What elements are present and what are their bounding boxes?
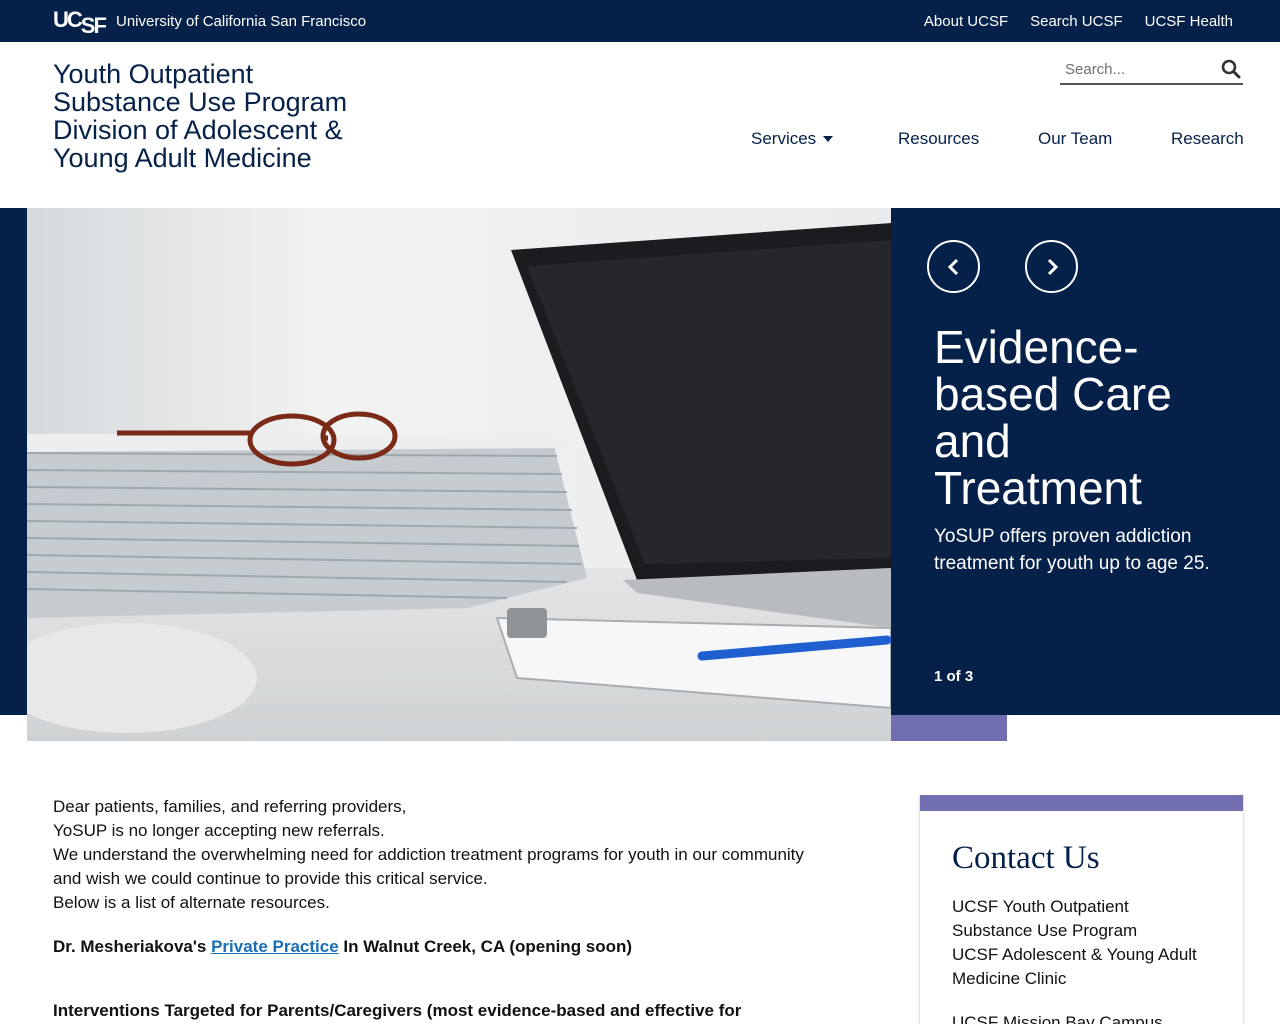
- chevron-right-icon: [1047, 258, 1059, 276]
- contact-accent-bar: [920, 795, 1243, 811]
- search-input[interactable]: [1060, 56, 1210, 82]
- notice-paragraph: Below is a list of alternate resources.: [53, 893, 330, 912]
- main-content: Dear patients, families, and referring p…: [53, 795, 833, 1023]
- next-slide-button[interactable]: [1025, 240, 1078, 293]
- hero-heading: Evidence- based Care and Treatment: [934, 324, 1254, 512]
- search-icon[interactable]: [1221, 59, 1241, 79]
- chevron-left-icon: [947, 258, 959, 276]
- caret-down-icon: [823, 135, 834, 142]
- slide-counter: 1 of 3: [934, 668, 974, 685]
- contact-line: Substance Use Program: [952, 921, 1138, 940]
- contact-line: Medicine Clinic: [952, 969, 1067, 988]
- ucsf-logo-sf: SF: [80, 13, 107, 38]
- ucsf-top-bar: UCSF University of California San Franci…: [0, 0, 1280, 42]
- hero-image: [27, 208, 891, 741]
- hero-panel: Evidence- based Care and Treatment YoSUP…: [891, 208, 1280, 715]
- practice-suffix: In Walnut Creek, CA (opening soon): [338, 937, 633, 956]
- site-title[interactable]: Youth Outpatient Substance Use Program D…: [53, 60, 347, 172]
- prev-slide-button[interactable]: [927, 240, 980, 293]
- about-ucsf-link[interactable]: About UCSF: [924, 13, 1008, 30]
- hero-heading-line: based Care: [934, 368, 1172, 420]
- nav-resources[interactable]: Resources: [898, 129, 979, 149]
- ucsf-logo[interactable]: UCSF: [53, 7, 107, 38]
- search-ucsf-link[interactable]: Search UCSF: [1030, 13, 1123, 30]
- contact-line: UCSF Youth Outpatient: [952, 897, 1129, 916]
- site-title-line: Youth Outpatient: [53, 59, 254, 89]
- contact-title: Contact Us: [952, 840, 1100, 876]
- notice-paragraph: Dear patients, families, and referring p…: [53, 797, 407, 816]
- contact-card: Contact Us UCSF Youth Outpatient Substan…: [919, 795, 1244, 1024]
- hero-subtitle: YoSUP offers proven addiction treatment …: [934, 526, 1210, 574]
- ucsf-health-link[interactable]: UCSF Health: [1145, 13, 1233, 30]
- notice-paragraph: We understand the overwhelming need for …: [53, 845, 804, 888]
- hero-heading-line: and: [934, 415, 1011, 467]
- contact-line: UCSF Adolescent & Young Adult: [952, 945, 1197, 964]
- private-practice-line: Dr. Mesheriakova's Private Practice In W…: [53, 935, 833, 959]
- hero-accent-bar: [891, 715, 1007, 741]
- private-practice-link[interactable]: Private Practice: [211, 937, 339, 956]
- contact-campus: UCSF Mission Bay Campus: [952, 1013, 1163, 1024]
- university-name[interactable]: University of California San Francisco: [116, 13, 366, 30]
- interventions-heading: Interventions Targeted for Parents/Careg…: [53, 1001, 742, 1020]
- practice-prefix: Dr. Mesheriakova's: [53, 937, 212, 956]
- hero-heading-line: Treatment: [934, 462, 1142, 514]
- ucsf-logo-uc: UC: [53, 7, 83, 32]
- nav-research[interactable]: Research: [1171, 129, 1244, 149]
- nav-our-team[interactable]: Our Team: [1038, 129, 1112, 149]
- search-box: [1060, 56, 1243, 85]
- hero-heading-line: Evidence-: [934, 321, 1139, 373]
- site-title-line: Substance Use Program: [53, 87, 348, 117]
- nav-services[interactable]: Services: [751, 129, 834, 149]
- nav-services-label: Services: [751, 129, 817, 148]
- notice-paragraph: YoSUP is no longer accepting new referra…: [53, 821, 385, 840]
- main-nav: Services Resources Our Team Research: [0, 129, 1280, 151]
- top-links: About UCSF Search UCSF UCSF Health: [924, 13, 1233, 30]
- contact-address: UCSF Youth Outpatient Substance Use Prog…: [952, 895, 1222, 991]
